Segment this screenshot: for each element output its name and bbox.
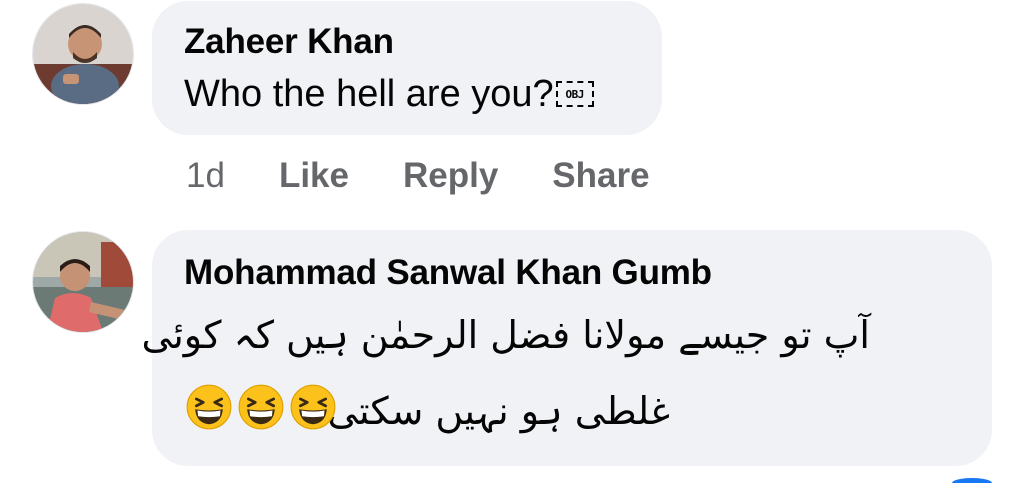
comment-actions: 1d Like Reply Share — [186, 154, 650, 198]
comment-author[interactable]: Zaheer Khan — [184, 21, 662, 63]
avatar-photo — [33, 232, 133, 332]
grinning-squinting-face-icon — [290, 384, 336, 430]
avatar[interactable] — [32, 3, 134, 105]
avatar-photo — [33, 4, 133, 104]
grinning-squinting-face-icon — [238, 384, 284, 430]
comment-thread: Zaheer Khan Who the hell are you? OBJ 1d… — [0, 0, 1024, 483]
grinning-squinting-face-icon — [186, 384, 232, 430]
comment-text: Who the hell are you? OBJ — [184, 69, 662, 119]
like-button[interactable]: Like — [279, 154, 349, 198]
reply-button[interactable]: Reply — [403, 154, 498, 198]
emoji-row — [186, 384, 336, 430]
comment-bubble: Zaheer Khan Who the hell are you? OBJ — [152, 1, 662, 135]
avatar[interactable] — [32, 231, 134, 333]
comment-author[interactable]: Mohammad Sanwal Khan Gumb — [184, 252, 992, 294]
share-button[interactable]: Share — [552, 154, 649, 198]
comment-body-line-1: آپ تو جیسے مولانا فضل الرحمٰن ہیں کہ کوئ… — [141, 313, 870, 357]
comment-timestamp[interactable]: 1d — [186, 154, 225, 198]
reaction-indicator — [952, 478, 992, 483]
object-placeholder-icon: OBJ — [555, 81, 594, 107]
comment-body: Who the hell are you? — [184, 73, 554, 115]
